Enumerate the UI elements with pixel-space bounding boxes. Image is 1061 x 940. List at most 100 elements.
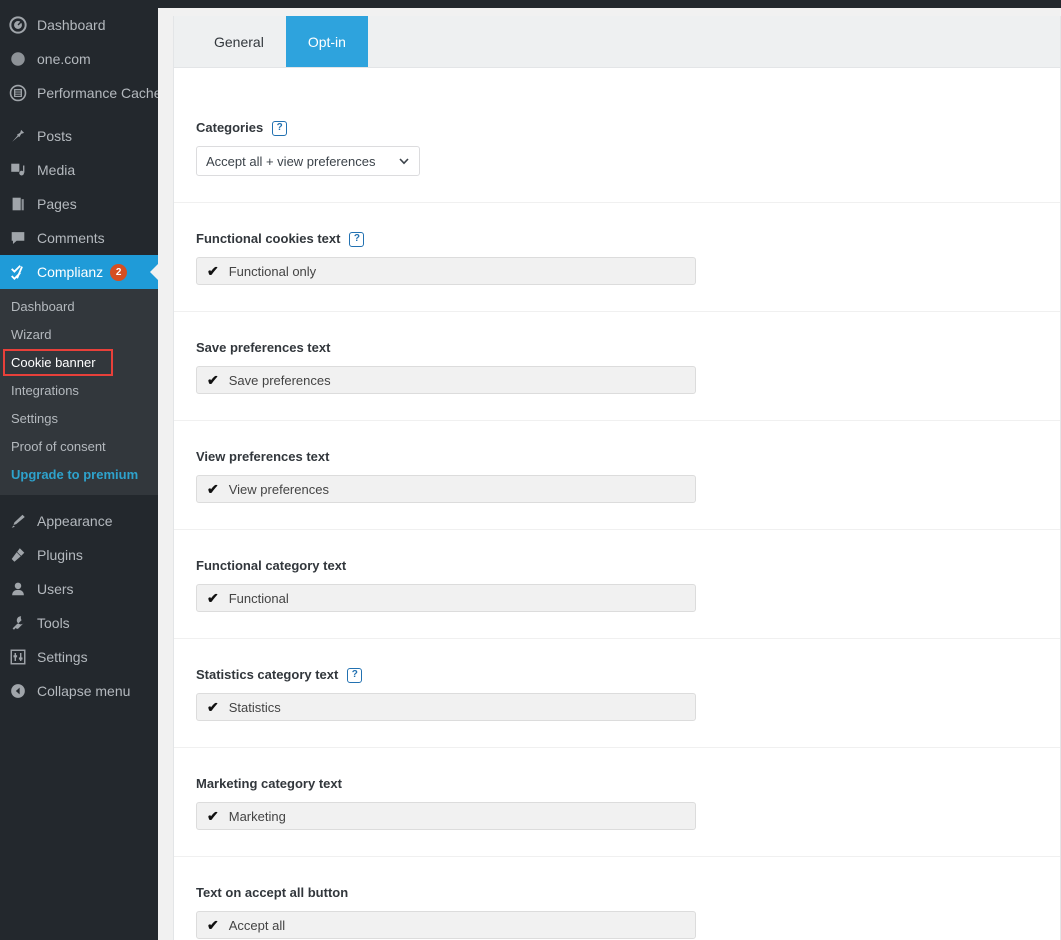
- submenu-item-label: Upgrade to premium: [11, 467, 139, 482]
- complianz-icon: [8, 262, 28, 282]
- help-icon[interactable]: ?: [272, 120, 288, 136]
- field-label: Save preferences text: [196, 340, 331, 355]
- main-content: General Opt-in Categories ? Accept all +…: [158, 8, 1061, 940]
- categories-select[interactable]: Accept all + view preferences: [196, 146, 420, 176]
- field-statistics-category-text: Statistics category text ? ✔ Statistics: [174, 639, 1060, 748]
- sidebar-item-label: Media: [37, 162, 76, 178]
- field-label-wrap: Text on accept all button: [196, 885, 1038, 901]
- check-icon: ✔: [207, 263, 219, 279]
- sidebar-item-label: Plugins: [37, 547, 83, 563]
- check-icon: ✔: [207, 699, 219, 715]
- functional-cookies-text-input[interactable]: ✔ Functional only: [196, 257, 696, 285]
- sidebar-item-appearance[interactable]: Appearance: [0, 504, 158, 538]
- wp-admin-bar: [0, 0, 1061, 8]
- settings-tabbar: General Opt-in: [174, 16, 1060, 68]
- opt-in-settings-form: Categories ? Accept all + view preferenc…: [174, 68, 1060, 940]
- plugins-icon: [8, 545, 28, 565]
- pages-icon: [8, 194, 28, 214]
- save-preferences-text-input[interactable]: ✔ Save preferences: [196, 366, 696, 394]
- sidebar-item-posts[interactable]: Posts: [0, 119, 158, 153]
- field-label-wrap: Save preferences text: [196, 340, 1038, 356]
- submenu-item-dashboard[interactable]: Dashboard: [0, 293, 158, 321]
- field-label-wrap: Statistics category text ?: [196, 667, 1038, 683]
- sidebar-item-label: one.com: [37, 51, 91, 67]
- tab-label: General: [214, 33, 264, 50]
- field-label: View preferences text: [196, 449, 330, 464]
- field-label: Functional cookies text: [196, 231, 341, 246]
- performance-cache-icon: [8, 83, 28, 103]
- sidebar-item-label: Complianz: [37, 264, 104, 280]
- sidebar-item-media[interactable]: Media: [0, 153, 158, 187]
- field-label-wrap: Categories ?: [196, 120, 1038, 136]
- submenu-item-settings[interactable]: Settings: [0, 405, 158, 433]
- sidebar-item-comments[interactable]: Comments: [0, 221, 158, 255]
- submenu-item-wizard[interactable]: Wizard: [0, 321, 158, 349]
- comments-icon: [8, 228, 28, 248]
- submenu-item-label: Cookie banner: [11, 355, 96, 370]
- submenu-item-label: Proof of consent: [11, 439, 106, 454]
- sidebar-group-admin: Appearance Plugins Users Tools Settings …: [0, 504, 158, 708]
- admin-sidebar: Dashboard one.com Performance Cache Post…: [0, 8, 158, 940]
- sidebar-item-plugins[interactable]: Plugins: [0, 538, 158, 572]
- field-label: Text on accept all button: [196, 885, 349, 900]
- sidebar-item-dashboard[interactable]: Dashboard: [0, 8, 158, 42]
- appearance-icon: [8, 511, 28, 531]
- view-preferences-text-input[interactable]: ✔ View preferences: [196, 475, 696, 503]
- sidebar-item-label: Dashboard: [37, 17, 106, 33]
- field-marketing-category-text: Marketing category text ✔ Marketing: [174, 748, 1060, 857]
- field-label-wrap: View preferences text: [196, 449, 1038, 465]
- sidebar-group-content: Posts Media Pages Comments: [0, 119, 158, 255]
- onecom-icon: [8, 49, 28, 69]
- sidebar-item-users[interactable]: Users: [0, 572, 158, 606]
- chevron-down-icon: [398, 155, 410, 167]
- field-label: Statistics category text: [196, 667, 339, 682]
- help-icon[interactable]: ?: [347, 667, 363, 683]
- help-icon[interactable]: ?: [349, 231, 365, 247]
- sidebar-item-settings[interactable]: Settings: [0, 640, 158, 674]
- sidebar-item-onecom[interactable]: one.com: [0, 42, 158, 76]
- marketing-category-text-input[interactable]: ✔ Marketing: [196, 802, 696, 830]
- functional-category-text-input[interactable]: ✔ Functional: [196, 584, 696, 612]
- sidebar-item-label: Collapse menu: [37, 683, 131, 699]
- settings-panel: General Opt-in Categories ? Accept all +…: [173, 16, 1061, 940]
- check-icon: ✔: [207, 917, 219, 933]
- input-value: Functional: [228, 590, 289, 606]
- sidebar-item-label: Pages: [37, 196, 77, 212]
- sidebar-item-complianz[interactable]: Complianz 2: [0, 255, 158, 289]
- sidebar-item-pages[interactable]: Pages: [0, 187, 158, 221]
- sidebar-item-performance-cache[interactable]: Performance Cache: [0, 76, 158, 110]
- statistics-category-text-input[interactable]: ✔ Statistics: [196, 693, 696, 721]
- pin-icon: [8, 126, 28, 146]
- tab-general[interactable]: General: [192, 16, 286, 67]
- submenu-item-label: Settings: [11, 411, 58, 426]
- field-categories: Categories ? Accept all + view preferenc…: [174, 68, 1060, 203]
- field-save-preferences-text: Save preferences text ✔ Save preferences: [174, 312, 1060, 421]
- users-icon: [8, 579, 28, 599]
- collapse-icon: [8, 681, 28, 701]
- submenu-item-proof-of-consent[interactable]: Proof of consent: [0, 433, 158, 461]
- media-icon: [8, 160, 28, 180]
- sidebar-item-collapse-menu[interactable]: Collapse menu: [0, 674, 158, 708]
- complianz-submenu: Dashboard Wizard Cookie banner Integrati…: [0, 289, 158, 495]
- sidebar-item-tools[interactable]: Tools: [0, 606, 158, 640]
- active-menu-arrow: [150, 264, 158, 280]
- check-icon: ✔: [207, 481, 219, 497]
- sidebar-item-label: Posts: [37, 128, 73, 144]
- tab-opt-in[interactable]: Opt-in: [285, 16, 368, 67]
- field-label: Marketing category text: [196, 776, 342, 791]
- field-label-wrap: Functional cookies text ?: [196, 231, 1038, 247]
- accept-all-button-text-input[interactable]: ✔ Accept all: [196, 911, 696, 939]
- submenu-item-integrations[interactable]: Integrations: [0, 377, 158, 405]
- tools-icon: [8, 613, 28, 633]
- sidebar-item-label: Users: [37, 581, 74, 597]
- field-label-wrap: Marketing category text: [196, 776, 1038, 792]
- check-icon: ✔: [207, 808, 219, 824]
- sidebar-item-label: Performance Cache: [37, 85, 158, 101]
- check-icon: ✔: [207, 590, 219, 606]
- submenu-item-cookie-banner[interactable]: Cookie banner: [0, 349, 158, 377]
- submenu-item-label: Integrations: [11, 383, 79, 398]
- submenu-item-upgrade-to-premium[interactable]: Upgrade to premium: [0, 461, 158, 489]
- field-accept-all-button-text: Text on accept all button ✔ Accept all: [174, 857, 1060, 940]
- input-value: Save preferences: [228, 372, 331, 388]
- input-value: Marketing: [228, 808, 286, 824]
